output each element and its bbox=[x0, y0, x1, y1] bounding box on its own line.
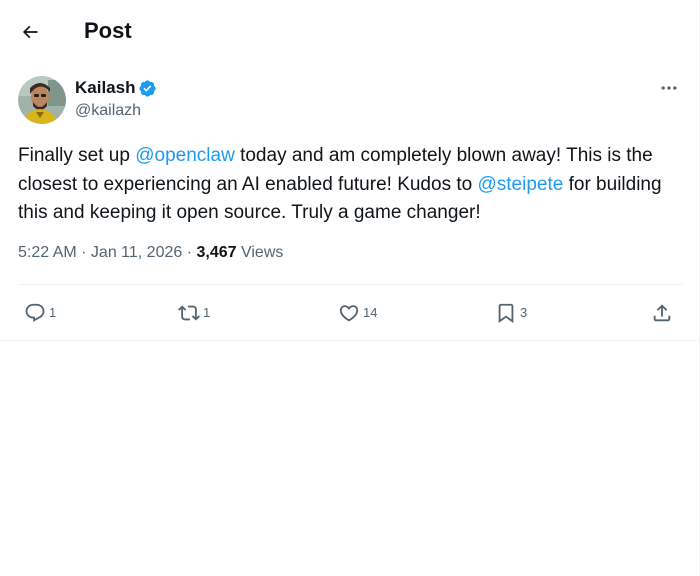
bookmark-button[interactable]: 3 bbox=[495, 300, 527, 326]
repost-icon bbox=[178, 305, 200, 321]
page-header: Post bbox=[0, 0, 700, 60]
repost-button[interactable]: 1 bbox=[178, 300, 210, 326]
post-date[interactable]: Jan 11, 2026 bbox=[91, 244, 182, 261]
repost-count: 1 bbox=[203, 305, 211, 320]
divider bbox=[0, 340, 700, 341]
heart-icon bbox=[339, 305, 359, 322]
avatar[interactable] bbox=[18, 76, 66, 124]
back-button[interactable] bbox=[12, 14, 48, 50]
meta-separator: · bbox=[182, 244, 197, 261]
post-detail-page: Post Kailash @kailazh Finally set up @op… bbox=[0, 0, 700, 576]
avatar-image bbox=[18, 76, 66, 124]
post-meta: 5:22 AM · Jan 11, 2026 · 3,467 Views bbox=[18, 243, 283, 263]
post-text-segment: Finally set up bbox=[18, 145, 136, 166]
views-label: Views bbox=[236, 244, 284, 261]
bookmark-count: 3 bbox=[520, 305, 528, 320]
verified-badge-icon bbox=[138, 79, 157, 98]
post-time[interactable]: 5:22 AM bbox=[18, 244, 77, 261]
like-count: 14 bbox=[363, 305, 378, 320]
reply-count: 1 bbox=[49, 305, 57, 320]
more-options-button[interactable] bbox=[652, 76, 686, 100]
mention-link-openclaw[interactable]: @openclaw bbox=[135, 145, 235, 166]
post-text: Finally set up @openclaw today and am co… bbox=[18, 142, 690, 228]
mention-link-steipete[interactable]: @steipete bbox=[477, 174, 563, 195]
author-name-row: Kailash bbox=[75, 77, 157, 99]
reply-button[interactable]: 1 bbox=[24, 300, 56, 326]
bookmark-icon bbox=[498, 303, 514, 324]
share-icon bbox=[653, 304, 671, 322]
like-button[interactable]: 14 bbox=[338, 300, 377, 326]
page-title: Post bbox=[84, 18, 132, 43]
author-name[interactable]: Kailash bbox=[75, 77, 135, 99]
views-count: 3,467 bbox=[196, 244, 237, 261]
more-horizontal-icon bbox=[661, 86, 677, 90]
arrow-left-icon bbox=[22, 25, 38, 39]
author-handle[interactable]: @kailazh bbox=[75, 101, 141, 121]
reply-icon bbox=[25, 303, 45, 322]
share-button[interactable] bbox=[651, 300, 673, 326]
meta-separator: · bbox=[76, 244, 91, 261]
divider bbox=[18, 284, 683, 285]
action-bar: 1 1 14 3 bbox=[0, 296, 700, 330]
